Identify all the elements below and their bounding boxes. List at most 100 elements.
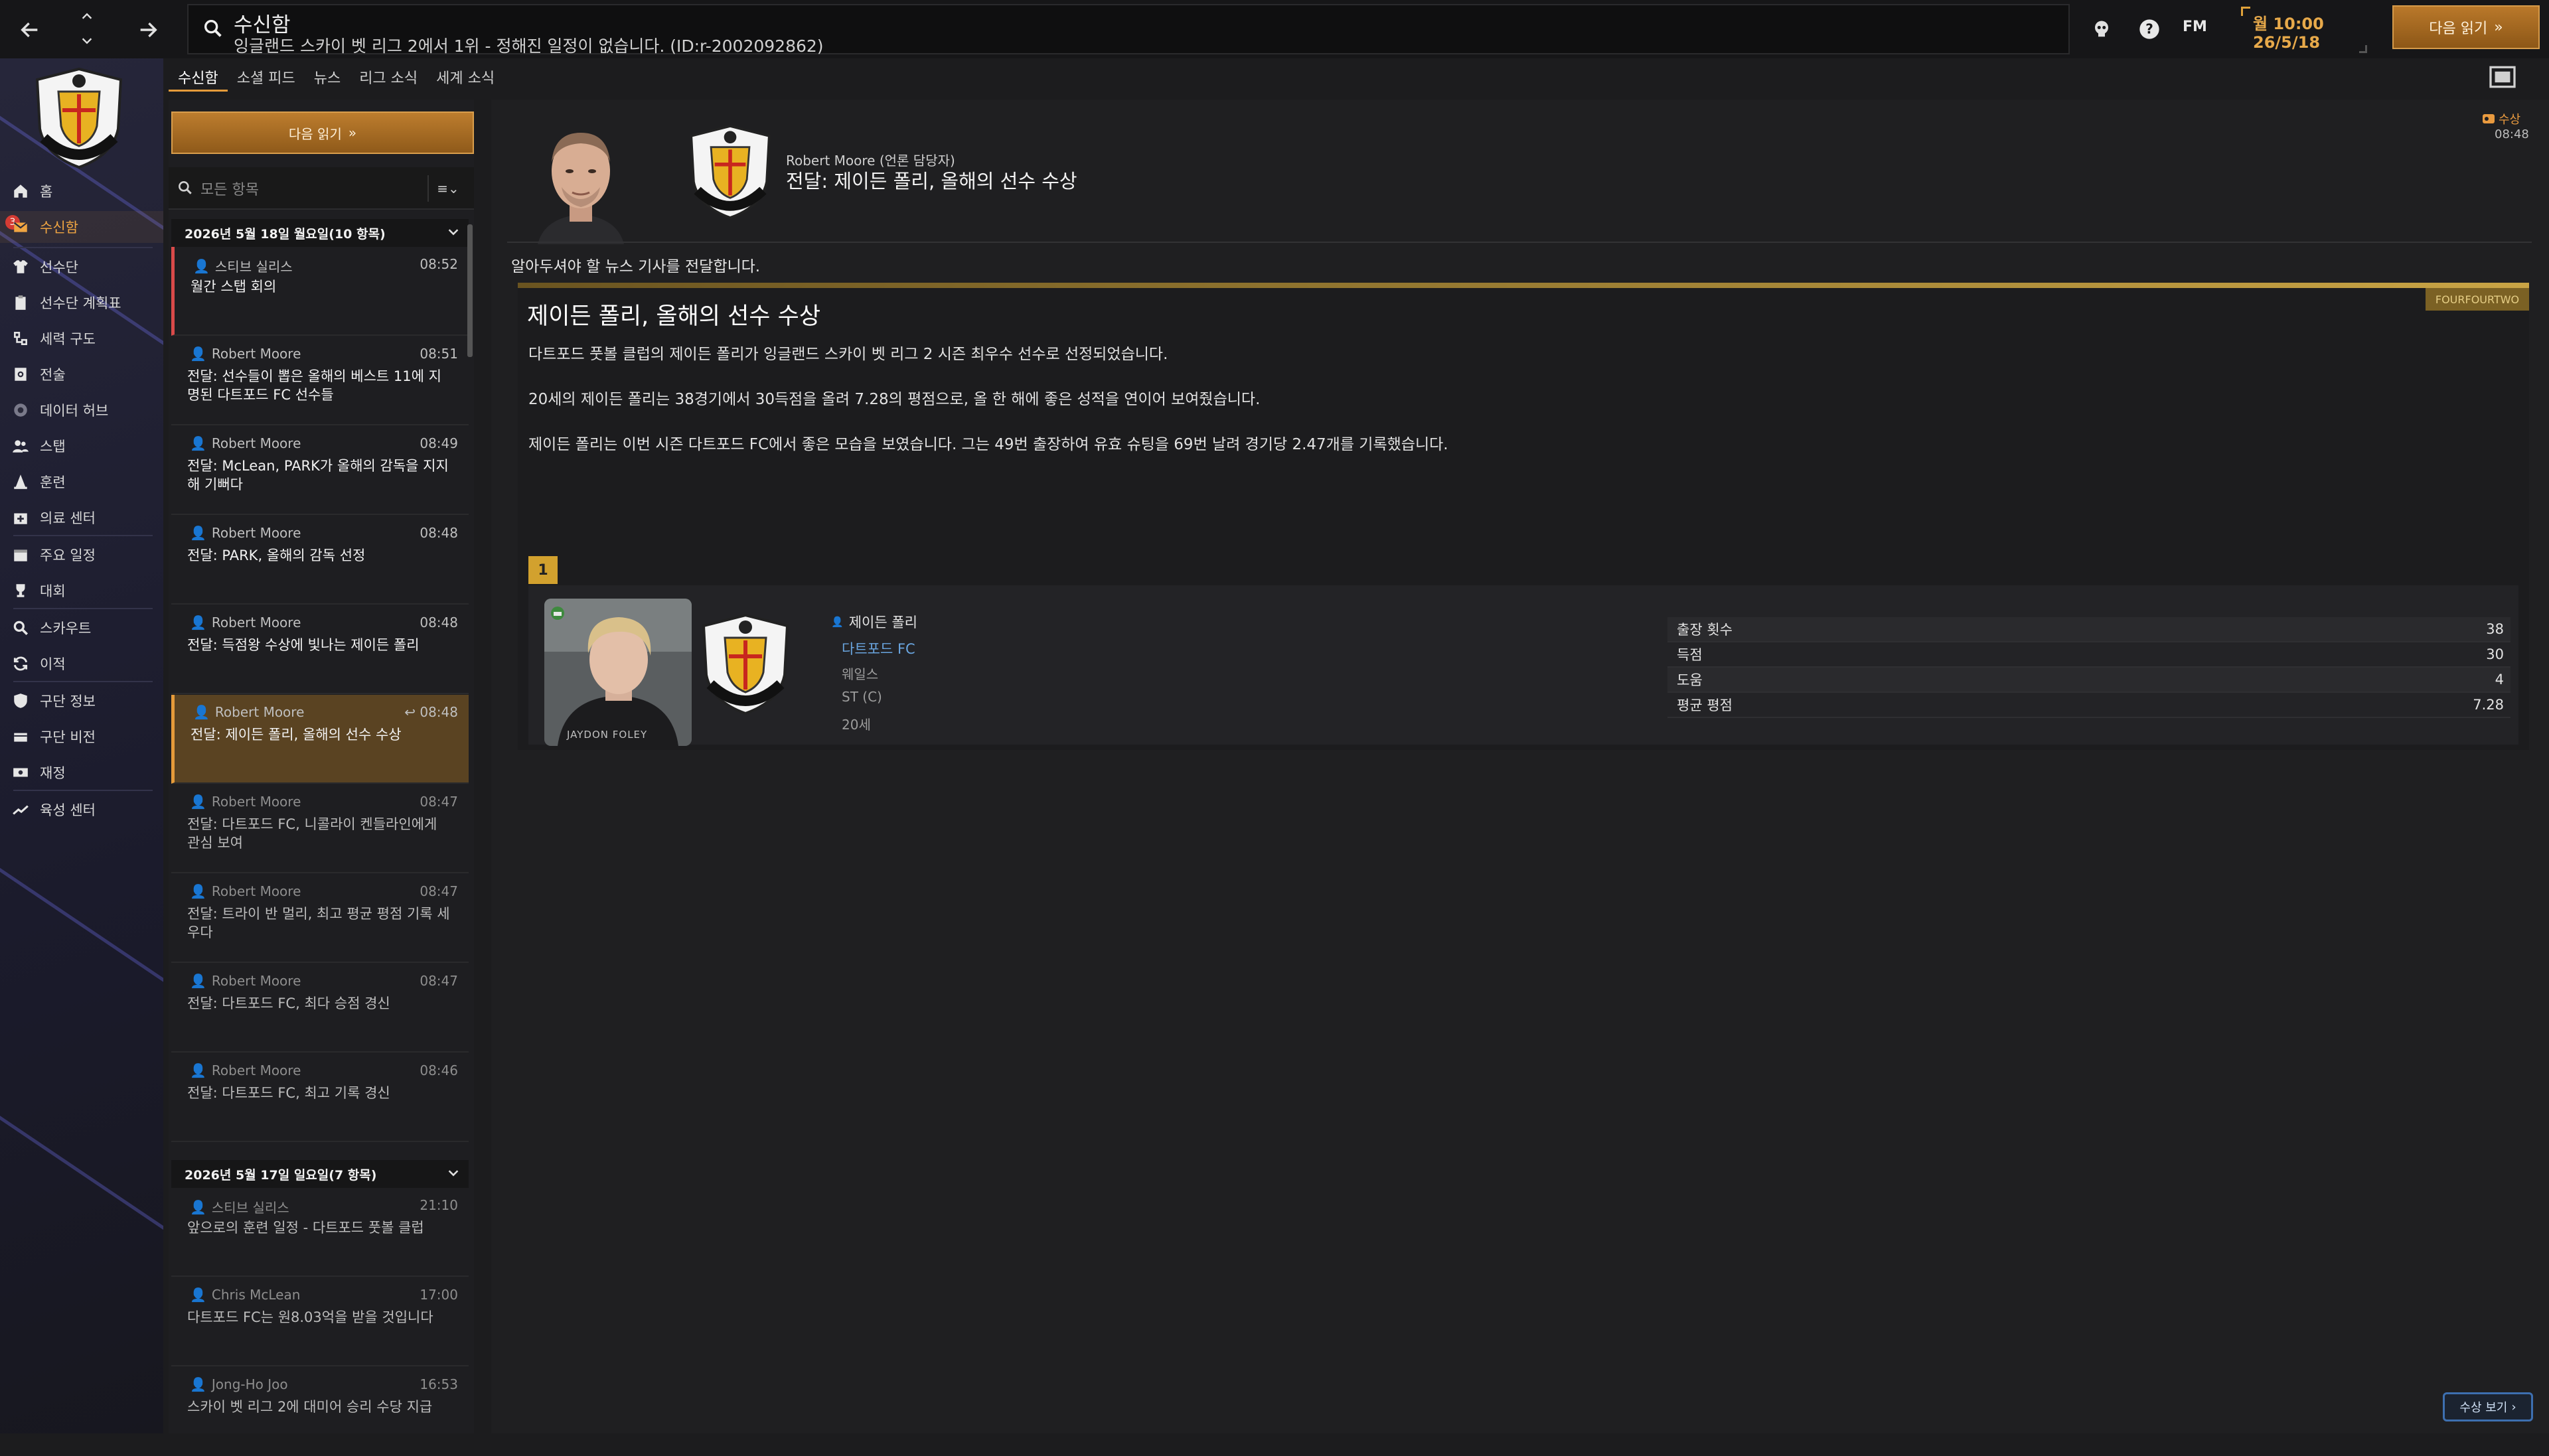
page-status: 잉글랜드 스카이 벳 리그 2에서 1위 - 정해진 일정이 없습니다. (ID… [234, 36, 824, 56]
inbox-message[interactable]: 👤 Robert Moore 08:47 전달: 트라이 반 멀리, 최고 평균 … [171, 874, 469, 963]
message-title: 전달: 제이든 폴리, 올해의 선수 수상 [786, 170, 1077, 192]
game-date[interactable]: 월 10:00 26/5/18 [2241, 7, 2367, 53]
sidebar-item-label: 대회 [40, 583, 66, 599]
person-icon: 👤 [831, 616, 844, 628]
sidebar-item-club-info[interactable]: 구단 정보 [0, 685, 163, 717]
back-button[interactable] [7, 9, 53, 50]
inbox-message[interactable]: 👤 Robert Moore 08:48 전달: 득점왕 수상에 빛나는 제이든 … [171, 605, 469, 694]
player-photo[interactable]: JAYDON FOLEY [544, 599, 692, 746]
inbox-message[interactable]: 👤 Robert Moore 08:51 전달: 선수들이 뽑은 올해의 베스트 … [171, 336, 469, 425]
continue-button[interactable]: 다음 읽기 » [2392, 5, 2540, 49]
inbox-message[interactable]: 👤 Robert Moore 08:49 전달: McLean, PARK가 올해… [171, 426, 469, 515]
help-icon[interactable]: ? [2136, 16, 2163, 42]
sidebar-item-tactics[interactable]: 전술 [0, 358, 163, 390]
sidebar-item-club-vision[interactable]: 구단 비전 [0, 721, 163, 753]
sidebar-item-development[interactable]: 육성 센터 [0, 794, 163, 826]
sidebar-item-schedule[interactable]: 주요 일정 [0, 539, 163, 571]
inbox-filter: 모든 항목 ≡⌄ [169, 167, 474, 210]
view-award-button[interactable]: 수상 보기 › [2443, 1392, 2533, 1421]
sidebar-item-label: 구단 비전 [40, 729, 96, 745]
data-hub-icon [9, 399, 32, 421]
search-bar[interactable]: 수신함 잉글랜드 스카이 벳 리그 2에서 1위 - 정해진 일정이 없습니다.… [187, 4, 2070, 56]
decor-stripe [0, 855, 163, 1014]
chevron-down-icon [446, 224, 461, 239]
message-intro: 알아두셔야 할 뉴스 기사를 전달합니다. [511, 258, 761, 275]
person-icon: 👤 [190, 1376, 206, 1392]
photo-caption: JAYDON FOLEY [567, 729, 648, 741]
sidebar-item-finances[interactable]: 재정 [0, 757, 163, 788]
sidebar-item-label: 의료 센터 [40, 510, 96, 526]
fm-logo[interactable]: FM [2183, 19, 2207, 35]
history-down-button[interactable] [64, 29, 110, 52]
person-icon: 👤 [193, 704, 210, 720]
person-icon: 👤 [190, 1199, 206, 1215]
inbox-scrollbar[interactable] [467, 224, 473, 357]
message-tag: 수상 [2483, 110, 2520, 127]
sidebar-item-transfers[interactable]: 이적 [0, 648, 163, 680]
tab-social-feed[interactable]: 소셜 피드 [228, 62, 305, 92]
stat-row: 평균 평점 7.28 [1667, 693, 2510, 718]
top-bar: 수신함 잉글랜드 스카이 벳 리그 2에서 1위 - 정해진 일정이 없습니다.… [0, 0, 2549, 58]
skull-icon[interactable] [2088, 16, 2115, 42]
inbox-message-selected[interactable]: 👤 Robert Moore ↩ 08:48 전달: 제이든 폴리, 올해의 선수… [171, 695, 469, 784]
player-club-link[interactable]: 다트포드 FC [842, 638, 915, 658]
inbox-group-header[interactable]: 2026년 5월 18일 월요일(10 항목) [171, 219, 469, 247]
inbox-group-header[interactable]: 2026년 5월 17일 일요일(7 항목) [171, 1160, 469, 1188]
sidebar-item-competitions[interactable]: 대회 [0, 575, 163, 607]
club-crest[interactable] [29, 65, 129, 171]
filter-input[interactable]: 모든 항목 [200, 178, 259, 199]
sidebar-item-label: 선수단 [40, 259, 78, 275]
tactics-board-icon [9, 363, 32, 386]
search-icon [177, 179, 194, 196]
tab-world-news[interactable]: 세계 소식 [427, 62, 504, 92]
tab-inbox[interactable]: 수신함 [169, 62, 228, 92]
forward-button[interactable] [125, 9, 171, 50]
sidebar-item-medical[interactable]: 의료 센터 [0, 502, 163, 534]
inbox-message[interactable]: 👤 Jong-Ho Joo 16:53 스카이 벳 리그 2에 대미어 승리 수당… [171, 1367, 469, 1456]
sidebar-item-dynamics[interactable]: 세력 구도 [0, 323, 163, 354]
sidebar-item-home[interactable]: 홈 [0, 175, 163, 207]
person-icon: 👤 [190, 794, 206, 810]
stat-row: 도움 4 [1667, 668, 2510, 693]
tab-league-news[interactable]: 리그 소식 [350, 62, 427, 92]
sidebar-item-scouting[interactable]: 스카우트 [0, 612, 163, 644]
money-icon [9, 761, 32, 784]
inbox-message[interactable]: 👤 Robert Moore 08:47 전달: 다트포드 FC, 최다 승점 경… [171, 964, 469, 1053]
clipboard-icon [9, 291, 32, 314]
person-icon: 👤 [190, 346, 206, 362]
sidebar-item-label: 홈 [40, 184, 53, 200]
screen-layout-icon[interactable] [2489, 65, 2516, 89]
club-crest[interactable] [684, 122, 777, 222]
sidebar-item-inbox[interactable]: 수신함 [0, 211, 163, 243]
inbox-message[interactable]: 👤 Robert Moore 08:48 전달: PARK, 올해의 감독 선정 [171, 516, 469, 605]
sidebar-item-label: 선수단 계획표 [40, 295, 121, 311]
person-icon: 👤 [190, 435, 206, 451]
tab-news[interactable]: 뉴스 [305, 62, 350, 92]
continue-button[interactable]: 다음 읽기 » [171, 111, 474, 154]
person-icon: 👤 [190, 525, 206, 541]
sidebar-item-squad-planner[interactable]: 선수단 계획표 [0, 287, 163, 319]
medical-kit-icon [9, 506, 32, 529]
sidebar-item-data-hub[interactable]: 데이터 허브 [0, 394, 163, 426]
club-crest[interactable] [696, 608, 795, 721]
history-up-button[interactable] [64, 5, 110, 28]
sidebar-item-staff[interactable]: 스탭 [0, 430, 163, 462]
sidebar-item-training[interactable]: 훈련 [0, 466, 163, 498]
calendar-icon [9, 544, 32, 566]
sidebar-item-squad[interactable]: 선수단 [0, 251, 163, 283]
sidebar-item-label: 전술 [40, 367, 66, 383]
magnifier-icon [9, 617, 32, 639]
player-name[interactable]: 👤 제이든 폴리 [831, 612, 917, 632]
sender-avatar[interactable] [531, 118, 631, 244]
sidebar-item-label: 훈련 [40, 474, 66, 490]
inbox-message[interactable]: 👤 Robert Moore 08:46 전달: 다트포드 FC, 최고 기록 경… [171, 1053, 469, 1142]
inbox-message[interactable]: 👤 스티브 실리스 21:10 앞으로의 훈련 일정 - 다트포드 풋볼 클럽 [171, 1188, 469, 1277]
player-position: ST (C) [842, 689, 882, 705]
filter-menu-button[interactable]: ≡⌄ [427, 175, 467, 202]
article-source: FOURFOURTWO [2426, 288, 2529, 311]
person-icon: 👤 [190, 883, 206, 899]
inbox-message[interactable]: 👤 Chris McLean 17:00 다트포드 FC는 원8.03억을 받을 … [171, 1277, 469, 1366]
inbox-message[interactable]: 👤 스티브 실리스 08:52 월간 스탭 회의 [171, 247, 469, 336]
inbox-message[interactable]: 👤 Robert Moore 08:47 전달: 다트포드 FC, 니콜라이 켄들… [171, 784, 469, 873]
player-nation: 웨일스 [842, 666, 879, 682]
